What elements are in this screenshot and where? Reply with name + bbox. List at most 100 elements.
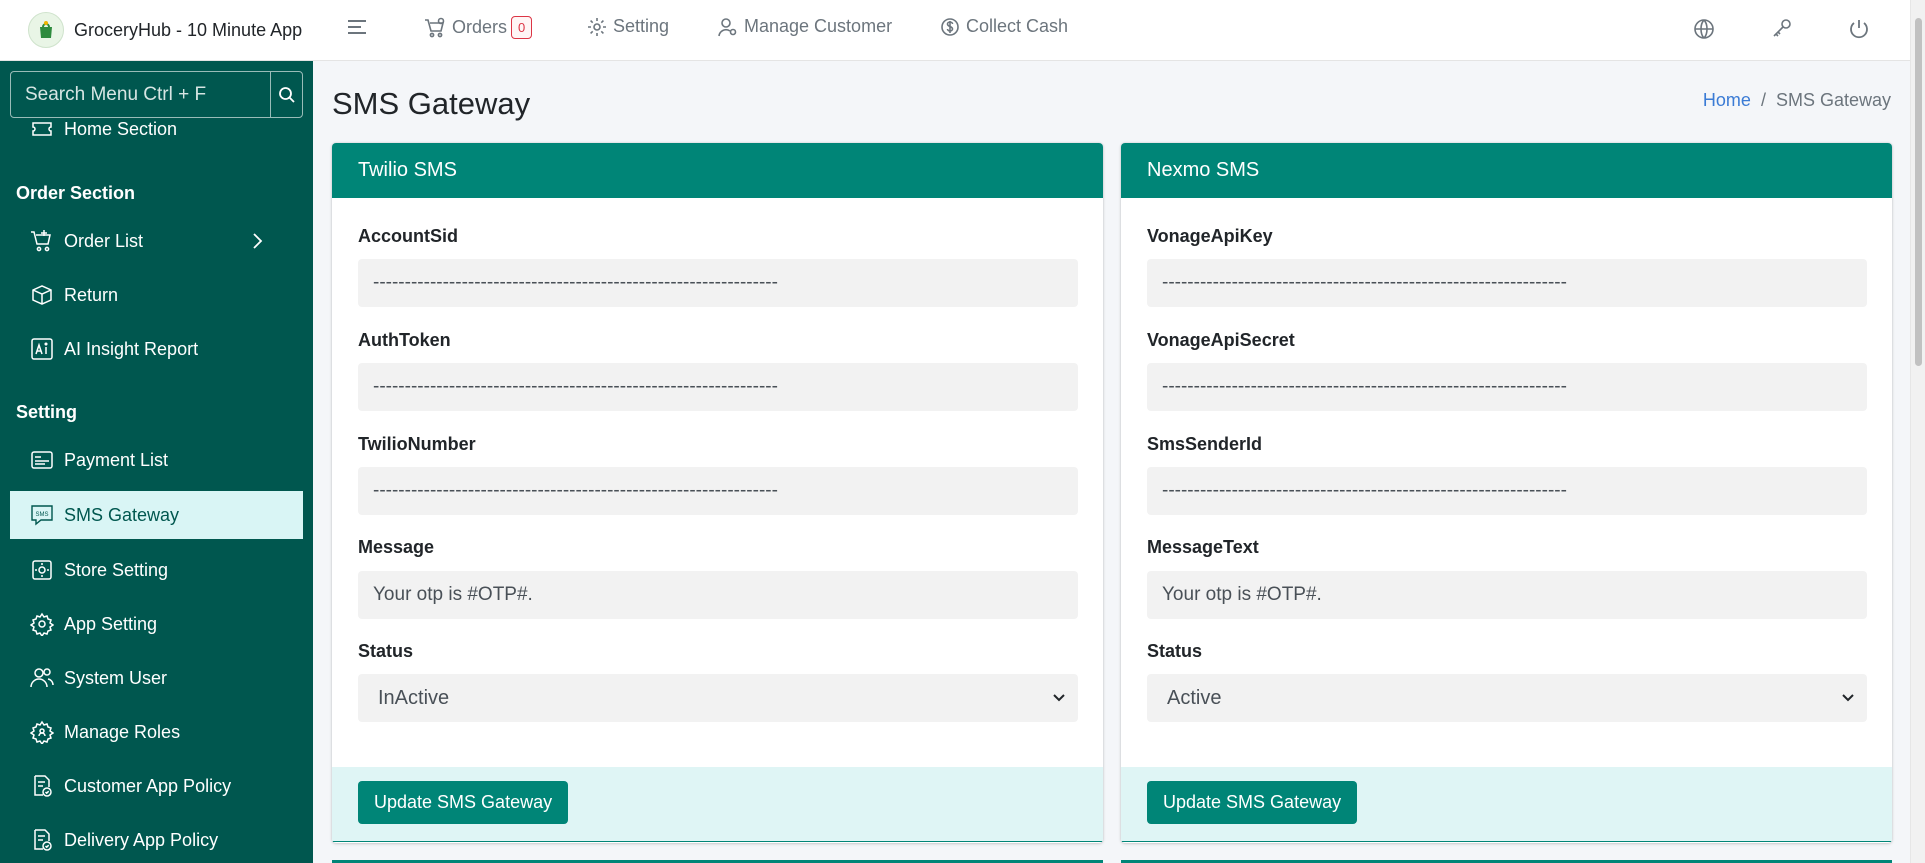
- sidebar-item-manage-roles[interactable]: Manage Roles: [10, 708, 303, 756]
- message-text-label: MessageText: [1147, 537, 1259, 557]
- scrollbar-thumb[interactable]: [1915, 18, 1922, 366]
- nav-orders[interactable]: Orders 0: [424, 16, 533, 39]
- app-logo-icon: [28, 12, 64, 48]
- sidebar-item-customer-app-policy[interactable]: Customer App Policy: [10, 762, 303, 810]
- message-label: Message: [358, 537, 435, 557]
- sidebar-item-order-list[interactable]: Order List: [10, 217, 303, 265]
- twilio-number-label: TwilioNumber: [358, 434, 476, 454]
- nexmo-update-button[interactable]: Update SMS Gateway: [1147, 781, 1358, 824]
- menu-toggle-icon[interactable]: [346, 16, 368, 43]
- vonage-api-secret-label: VonageApiSecret: [1147, 330, 1295, 350]
- ai-icon: [31, 338, 53, 360]
- cash-icon: [941, 17, 959, 36]
- message-input[interactable]: [358, 571, 1078, 619]
- sidebar-item-return[interactable]: Return: [10, 271, 303, 319]
- sidebar-item-label: Home Section: [64, 118, 178, 139]
- sidebar-item-label: Payment List: [64, 449, 169, 470]
- twilio-card-footer: Update SMS Gateway: [332, 767, 1103, 842]
- user-gear-icon: [718, 17, 737, 36]
- message-text-input[interactable]: [1147, 571, 1867, 619]
- nav-manage-customer-label: Manage Customer: [744, 16, 893, 36]
- sidebar-item-app-setting[interactable]: App Setting: [10, 600, 303, 648]
- breadcrumb-current: SMS Gateway: [1775, 90, 1891, 110]
- chevron-right-icon: [253, 233, 263, 249]
- twilio-status-select[interactable]: InActive: [358, 674, 1078, 722]
- users-icon: [30, 668, 54, 688]
- svg-text:SMS: SMS: [35, 512, 48, 518]
- twilio-status-value: InActive: [378, 686, 450, 709]
- store-gear-icon: [32, 560, 52, 580]
- sidebar-item-home-section[interactable]: Home Section: [10, 105, 303, 153]
- sidebar-item-label: Delivery App Policy: [64, 829, 219, 850]
- sidebar-item-label: System User: [64, 667, 168, 688]
- sidebar-item-label: App Setting: [64, 613, 158, 634]
- chevron-down-icon: [1842, 694, 1854, 702]
- sidebar-item-label: Store Setting: [64, 559, 169, 580]
- sidebar-item-label: Return: [64, 284, 119, 305]
- twilio-status-label: Status: [358, 641, 414, 661]
- nexmo-card: Nexmo SMS VonageApiKey VonageApiSecret S…: [1121, 143, 1892, 843]
- sidebar-item-delivery-app-policy[interactable]: Delivery App Policy: [10, 816, 303, 863]
- power-icon[interactable]: [1848, 18, 1870, 45]
- twilio-number-input[interactable]: [358, 467, 1078, 515]
- auth-token-input[interactable]: [358, 363, 1078, 411]
- account-sid-label: AccountSid: [358, 226, 459, 246]
- sidebar-item-ai-insight-report[interactable]: AI Insight Report: [10, 325, 303, 373]
- policy-icon: [34, 775, 52, 797]
- chevron-down-icon: [1053, 694, 1065, 702]
- card-icon: [31, 451, 53, 469]
- nav-setting-label: Setting: [613, 16, 670, 36]
- sidebar-item-label: AI Insight Report: [64, 338, 199, 359]
- nav-manage-customer[interactable]: Manage Customer: [718, 16, 892, 37]
- nexmo-card-footer: Update SMS Gateway: [1121, 767, 1892, 842]
- box-icon: [32, 285, 52, 305]
- top-bar: GroceryHub - 10 Minute App Orders 0 Sett…: [0, 0, 1910, 61]
- sidebar-heading-order: Order Section: [16, 183, 136, 203]
- sidebar-item-store-setting[interactable]: Store Setting: [10, 546, 303, 594]
- account-sid-input[interactable]: [358, 259, 1078, 307]
- nav-collect-cash-label: Collect Cash: [966, 16, 1069, 36]
- sidebar-item-payment-list[interactable]: Payment List: [10, 436, 303, 484]
- search-icon: [278, 86, 295, 103]
- sidebar-item-label: Order List: [64, 230, 144, 251]
- twilio-card: Twilio SMS AccountSid AuthToken TwilioNu…: [332, 143, 1103, 843]
- brand[interactable]: GroceryHub - 10 Minute App: [28, 12, 302, 48]
- nav-setting[interactable]: Setting: [587, 16, 669, 37]
- sms-sender-id-input[interactable]: [1147, 467, 1867, 515]
- page-title: SMS Gateway: [332, 86, 531, 121]
- breadcrumb: Home / SMS Gateway: [1703, 90, 1891, 111]
- sidebar-item-label: Manage Roles: [64, 721, 181, 742]
- policy-icon: [34, 829, 52, 851]
- auth-token-label: AuthToken: [358, 330, 451, 350]
- nexmo-status-label: Status: [1147, 641, 1203, 661]
- nexmo-status-select[interactable]: Active: [1147, 674, 1867, 722]
- sidebar-item-label: SMS Gateway: [64, 504, 180, 525]
- vonage-api-secret-input[interactable]: [1147, 363, 1867, 411]
- app-gear-icon: [30, 612, 54, 636]
- breadcrumb-home-link[interactable]: Home: [1703, 90, 1751, 111]
- nav-collect-cash[interactable]: Collect Cash: [940, 16, 1068, 37]
- nexmo-status-value: Active: [1167, 686, 1222, 709]
- nav-orders-label: Orders: [452, 17, 508, 37]
- roles-gear-icon: [30, 720, 54, 744]
- sms-sender-id-label: SmsSenderId: [1147, 434, 1263, 454]
- breadcrumb-separator: /: [1760, 90, 1766, 110]
- nexmo-card-header: Nexmo SMS: [1121, 143, 1892, 198]
- twilio-card-header: Twilio SMS: [332, 143, 1103, 198]
- globe-icon[interactable]: [1693, 18, 1715, 45]
- gear-icon: [588, 17, 606, 36]
- sidebar-item-sms-gateway[interactable]: SMS SMS Gateway: [10, 491, 303, 539]
- vonage-api-key-input[interactable]: [1147, 259, 1867, 307]
- cart-icon: [31, 230, 51, 252]
- twilio-update-button[interactable]: Update SMS Gateway: [358, 781, 569, 824]
- sidebar-item-system-user[interactable]: System User: [10, 654, 303, 702]
- vonage-api-key-label: VonageApiKey: [1147, 226, 1273, 246]
- ticket-icon: [32, 122, 52, 136]
- sidebar-heading-setting: Setting: [16, 402, 77, 422]
- app-title: GroceryHub - 10 Minute App: [74, 19, 303, 40]
- sidebar: Home Section Order Section Order List Re…: [0, 61, 313, 863]
- page-scrollbar[interactable]: [1910, 0, 1925, 863]
- key-icon[interactable]: [1771, 18, 1793, 45]
- sidebar-item-label: Customer App Policy: [64, 775, 232, 796]
- cart-icon: [425, 17, 445, 37]
